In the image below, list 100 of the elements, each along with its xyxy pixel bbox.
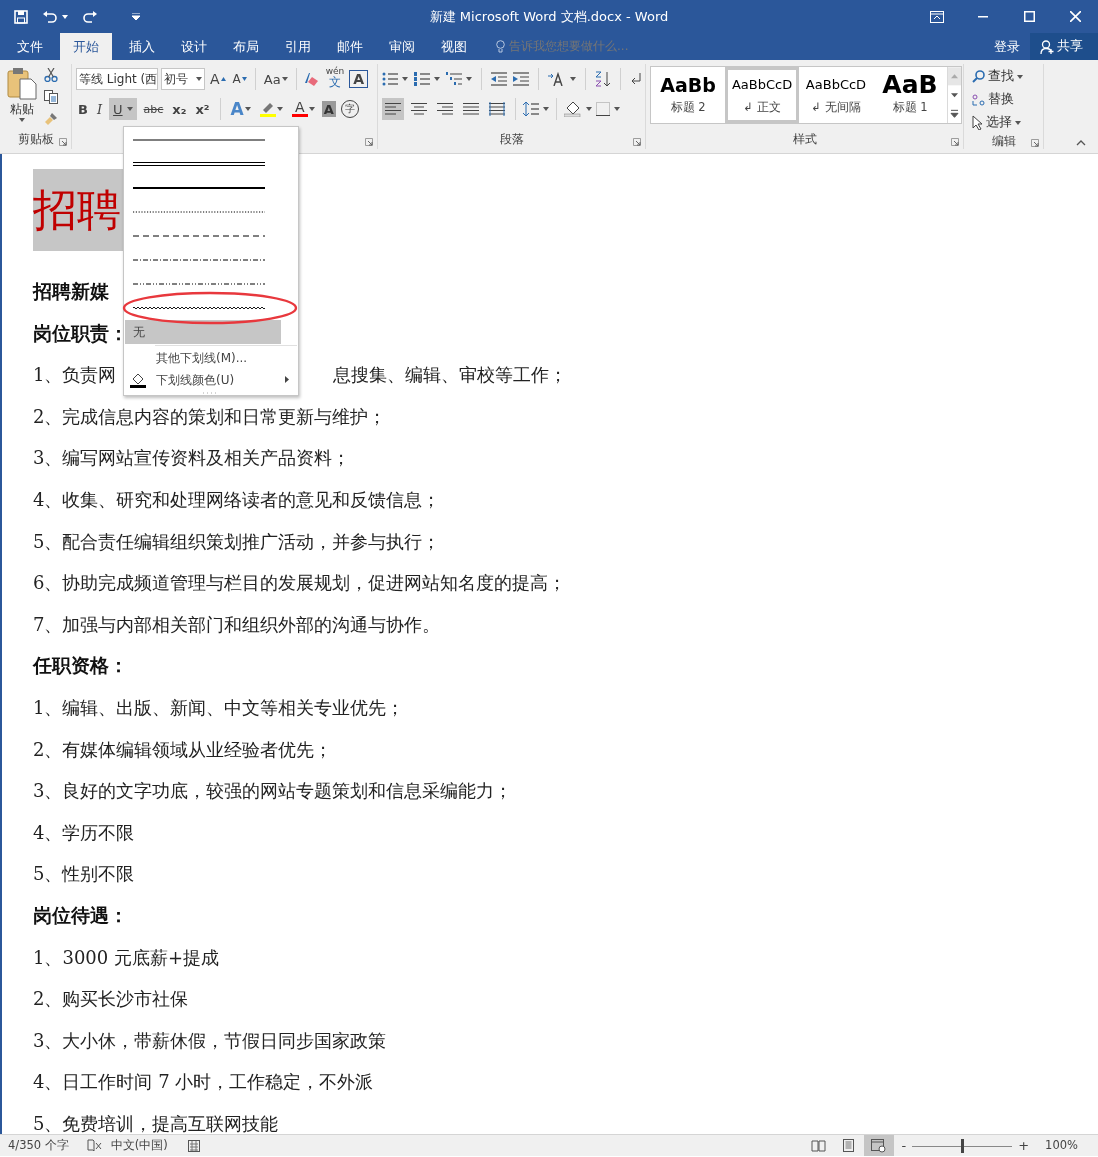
language-label[interactable]: 中文(中国)	[110, 1136, 168, 1155]
dash-dot-dot-underline-icon	[133, 280, 265, 288]
dialog-launcher-icon[interactable]	[951, 138, 959, 146]
caret-icon	[308, 107, 315, 111]
numbering-icon[interactable]	[414, 72, 430, 86]
no-underline-option[interactable]: 无	[125, 320, 281, 344]
ribbon-tab[interactable]: 开始	[60, 33, 112, 60]
paint-bucket-icon[interactable]	[564, 101, 582, 117]
list-item-text: 2、购买长沙市社保	[33, 987, 189, 1012]
zoom-out-button[interactable]: -	[899, 1134, 909, 1157]
select-button[interactable]: 选择	[968, 112, 1027, 133]
collapse-ribbon-icon[interactable]	[1076, 140, 1086, 146]
dialog-launcher-icon[interactable]	[365, 138, 373, 146]
list-item-text: 4、日工作时间 7 小时，工作稳定，不外派	[33, 1070, 374, 1095]
list-item-text: 2、完成信息内容的策划和日常更新与维护；	[33, 404, 387, 429]
underline-button[interactable]: U	[109, 98, 137, 120]
caret-icon	[244, 107, 251, 111]
change-case-button[interactable]: Aa	[261, 68, 290, 90]
font-size-field[interactable]: 初号	[161, 68, 205, 90]
single-underline-icon	[133, 136, 265, 144]
list-item-text: 3、大小休，带薪休假，节假日同步国家政策	[33, 1028, 387, 1053]
grow-font-button[interactable]: A	[208, 68, 228, 90]
scissors-icon[interactable]	[44, 68, 58, 82]
section-heading: 岗位待遇：	[33, 903, 128, 928]
bullets-icon[interactable]	[382, 72, 398, 86]
character-shading-button[interactable]: A	[321, 101, 336, 117]
sort-icon[interactable]	[595, 71, 611, 87]
caret-icon	[276, 107, 283, 111]
menu-item[interactable]: 下划线颜色(U)	[125, 369, 297, 391]
replace-button[interactable]: 替换	[968, 89, 1027, 110]
underline-color-icon	[130, 372, 148, 388]
ribbon-tab[interactable]: 视图	[428, 33, 480, 60]
undo-icon[interactable]	[42, 10, 58, 23]
web-page-icon	[871, 1138, 886, 1153]
customize-icon[interactable]	[132, 13, 140, 20]
copy-icon[interactable]	[44, 90, 58, 104]
list-item-text: 4、学历不限	[33, 820, 135, 845]
font-name-field[interactable]: 等线 Light (西	[76, 68, 158, 90]
increase-indent-icon[interactable]	[513, 72, 529, 86]
paragraph-mark-icon[interactable]	[630, 72, 642, 86]
ribbon-tab[interactable]: 引用	[272, 33, 324, 60]
sign-in-link[interactable]: 登录	[984, 33, 1030, 60]
line-spacing-icon[interactable]	[523, 102, 539, 116]
list-item-text: 5、配合责任编辑组织策划推广活动，并参与执行；	[33, 529, 441, 554]
borders-icon[interactable]	[596, 102, 610, 116]
web-layout-button[interactable]	[863, 1135, 894, 1156]
word-count: 4/350 个字	[8, 1136, 69, 1154]
subscript-button[interactable]: x₂	[170, 98, 189, 120]
eraser-icon[interactable]	[302, 71, 321, 87]
ribbon-tab[interactable]: 设计	[168, 33, 220, 60]
find-button[interactable]: 查找	[968, 66, 1027, 87]
font-color-button[interactable]: A	[289, 98, 317, 120]
resize-grip-icon[interactable]	[203, 391, 219, 394]
ribbon-tab[interactable]: 审阅	[376, 33, 428, 60]
character-border-button[interactable]: A	[349, 70, 369, 88]
double-underline-icon	[133, 160, 265, 168]
ribbon-tab[interactable]: 邮件	[324, 33, 376, 60]
menu-item[interactable]: 其他下划线(M)...	[125, 347, 297, 369]
italic-button[interactable]: I	[94, 98, 105, 120]
strikethrough-button[interactable]: abc	[141, 98, 166, 120]
macro-record-icon[interactable]	[187, 1139, 200, 1152]
tell-me-field[interactable]: 告诉我您想要做什么...	[509, 34, 644, 59]
shrink-font-button[interactable]: A	[230, 68, 249, 90]
bold-button[interactable]: B	[76, 98, 90, 120]
list-item-text: 5、性别不限	[33, 862, 135, 887]
wave-underline-icon	[133, 304, 265, 312]
ribbon-tab[interactable]: 文件	[4, 33, 56, 60]
align-left-button[interactable]	[382, 98, 404, 120]
dialog-launcher-icon[interactable]	[633, 138, 641, 146]
caret-icon	[1015, 120, 1021, 125]
ribbon-tab[interactable]: 插入	[116, 33, 168, 60]
dialog-launcher-icon[interactable]	[59, 138, 67, 146]
multilevel-list-icon[interactable]	[446, 72, 462, 86]
ribbon-tab[interactable]: 布局	[220, 33, 272, 60]
list-item-text: 6、协助完成频道管理与栏目的发展规划，促进网站知名度的提高；	[33, 571, 567, 596]
book-icon	[811, 1138, 826, 1153]
phonetic-guide-button[interactable]: wén 文	[323, 66, 347, 92]
dialog-launcher-icon[interactable]	[1031, 139, 1039, 148]
decrease-indent-icon[interactable]	[491, 72, 507, 86]
caret-icon	[466, 77, 472, 81]
proofing-icon[interactable]	[86, 1139, 103, 1152]
caret-icon	[62, 14, 68, 19]
arrow-down-icon	[241, 77, 247, 81]
share-button[interactable]: 共享	[1030, 33, 1098, 60]
superscript-button[interactable]: x²	[193, 98, 212, 120]
pointer-icon	[972, 115, 983, 130]
zoom-in-button[interactable]: +	[1016, 1134, 1032, 1157]
zoom-level[interactable]: 100%	[1045, 1136, 1078, 1155]
slider-thumb[interactable]	[961, 1138, 965, 1153]
format-painter-icon[interactable]	[44, 112, 58, 126]
save-icon[interactable]	[14, 9, 28, 24]
dotted-underline-icon	[133, 208, 265, 216]
paste-button[interactable]: 粘贴	[4, 64, 40, 131]
section-heading: 任职资格：	[33, 654, 128, 679]
list-item-text: 3、良好的文字功底，较强的网站专题策划和信息采编能力；	[33, 779, 513, 804]
asian-layout-icon[interactable]	[548, 72, 566, 86]
thick-underline-icon	[133, 184, 265, 192]
style-gallery-item[interactable]: AaBbCcD ↲ 正文	[725, 67, 799, 123]
redo-icon[interactable]	[82, 10, 98, 23]
ribbon-display-icon	[930, 10, 944, 23]
